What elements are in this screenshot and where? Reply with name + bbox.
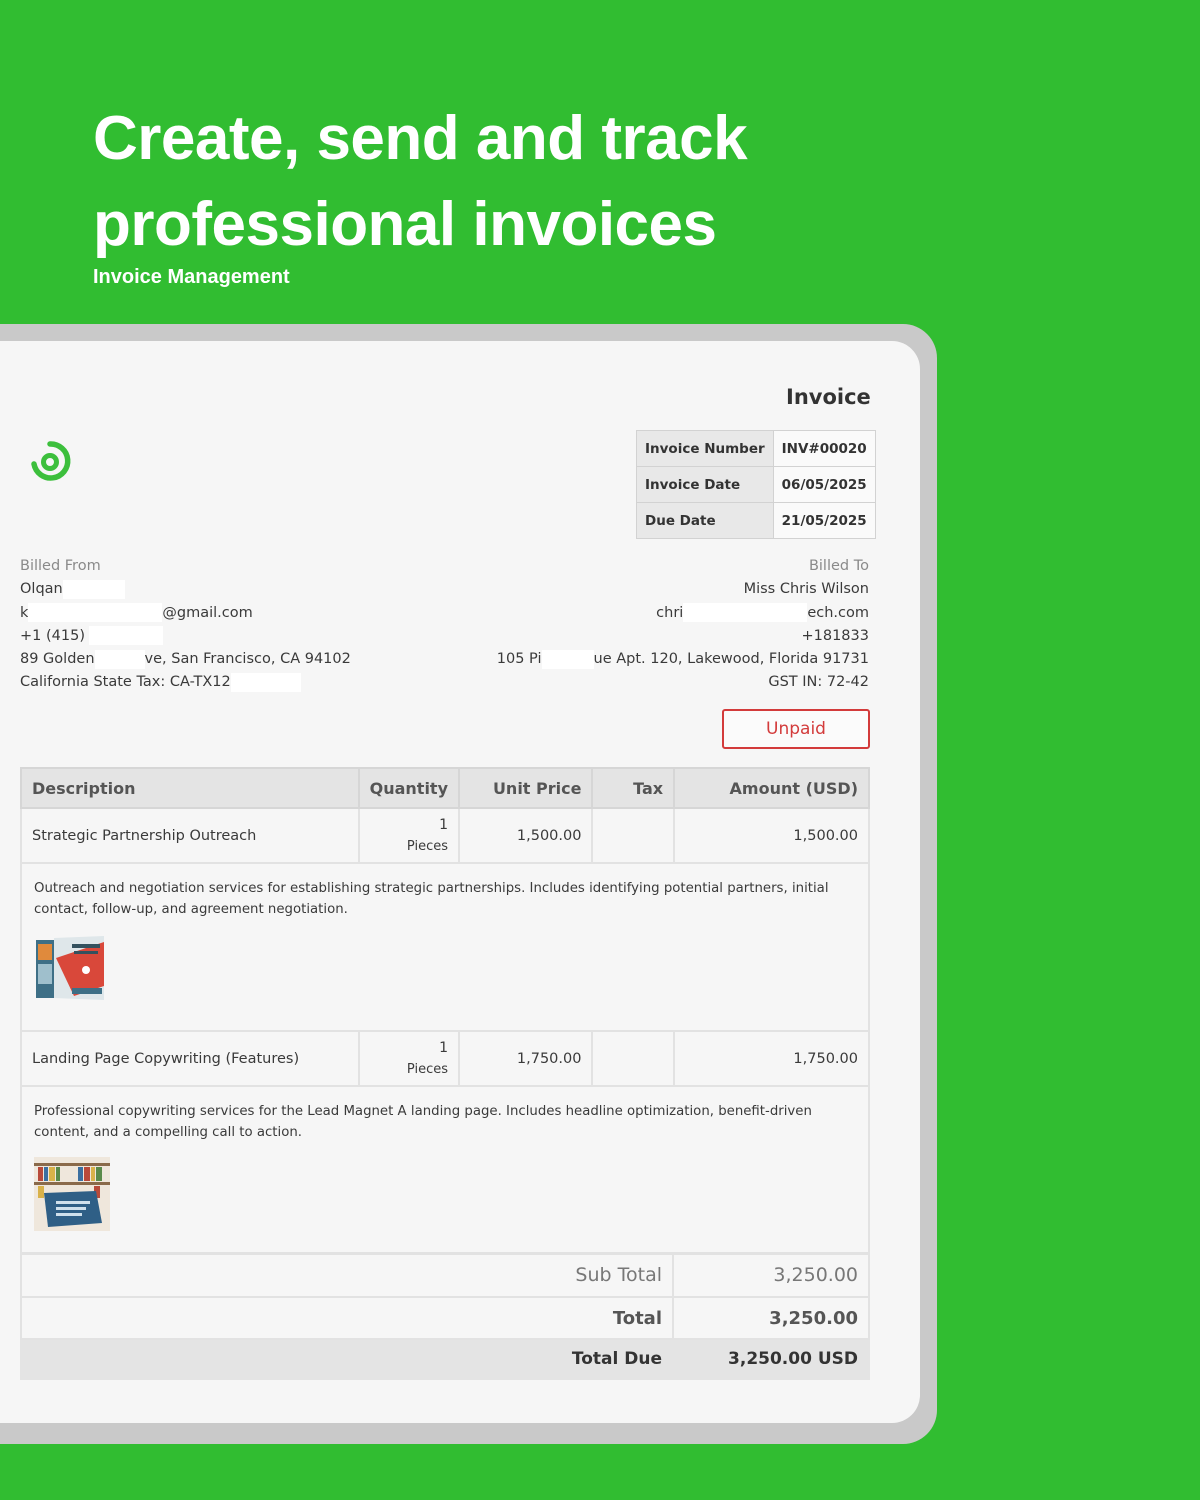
- redaction: [230, 672, 301, 692]
- item-description: Outreach and negotiation services for es…: [34, 881, 829, 917]
- meta-value: 06/05/2025: [772, 466, 876, 503]
- billed-from-email-end: @gmail.com: [162, 604, 253, 621]
- billed-to: Billed To Miss Chris Wilson chri ech.com …: [497, 555, 869, 695]
- total-due-row: Total Due 3,250.00 USD: [20, 1338, 870, 1380]
- status-badge[interactable]: Unpaid: [722, 709, 870, 749]
- item-unit-price: 1,500.00: [457, 807, 594, 864]
- billed-from-email-start: k: [20, 604, 29, 621]
- item-quantity: 1 Pieces: [357, 807, 461, 864]
- billed-from-address-end: ve, San Francisco, CA 94102: [144, 651, 351, 668]
- column-header-description: Description: [20, 767, 360, 809]
- billed-from: Billed From Olqan k @gmail.com +1 (415) 8…: [20, 555, 351, 695]
- meta-label: Invoice Number: [636, 430, 774, 467]
- column-header-quantity: Quantity: [357, 767, 461, 809]
- meta-row-due-date: Due Date 21/05/2025: [636, 502, 876, 539]
- invoice-heading: Invoice: [786, 385, 871, 409]
- item-tax: [591, 1030, 676, 1087]
- brand-logo-icon: [31, 441, 71, 481]
- billed-from-line: Olqan: [20, 578, 351, 601]
- redaction: [88, 626, 163, 646]
- total-due-label: Total Due: [20, 1338, 674, 1380]
- billed-to-email-start: chri: [656, 604, 684, 621]
- billed-to-email-end: ech.com: [807, 604, 869, 621]
- billed-from-line: +1 (415): [20, 625, 351, 648]
- redaction: [28, 603, 163, 623]
- billed-from-line: California State Tax: CA-TX12: [20, 671, 351, 694]
- item-amount: 1,750.00: [673, 1030, 870, 1087]
- billed-to-line: 105 Pi ue Apt. 120, Lakewood, Florida 917…: [497, 648, 869, 671]
- billed-from-line: 89 Golden ve, San Francisco, CA 94102: [20, 648, 351, 671]
- meta-value: INV#00020: [772, 430, 876, 467]
- item-amount: 1,500.00: [673, 807, 870, 864]
- billed-from-line: k @gmail.com: [20, 602, 351, 625]
- redaction: [541, 649, 594, 669]
- redaction: [683, 603, 808, 623]
- column-header-amount: Amount (USD): [673, 767, 870, 809]
- item-qty-value: 1: [439, 1039, 448, 1056]
- item-qty-value: 1: [439, 816, 448, 833]
- total-label: Total: [20, 1296, 674, 1340]
- item-name: Landing Page Copywriting (Features): [20, 1030, 360, 1087]
- item-qty-unit: Pieces: [406, 1061, 448, 1077]
- sub-total-label: Sub Total: [20, 1252, 674, 1298]
- billed-to-phone: +181833: [801, 627, 869, 644]
- meta-label: Due Date: [636, 502, 774, 539]
- billed-from-name: Olqan: [20, 581, 63, 598]
- item-description-row: Professional copywriting services for th…: [20, 1085, 870, 1255]
- meta-row-invoice-number: Invoice Number INV#00020: [636, 430, 876, 467]
- billed-to-name: Miss Chris Wilson: [743, 581, 869, 598]
- column-header-unit-price: Unit Price: [457, 767, 594, 809]
- totals-table: Sub Total 3,250.00 Total 3,250.00 Total …: [20, 1252, 870, 1380]
- item-tax: [591, 807, 676, 864]
- table-row: Landing Page Copywriting (Features) 1 Pie…: [20, 1030, 870, 1087]
- item-unit-price: 1,750.00: [457, 1030, 594, 1087]
- table-header-row: Description Quantity Unit Price Tax Amou…: [20, 767, 870, 809]
- item-quantity: 1 Pieces: [357, 1030, 461, 1087]
- column-header-tax: Tax: [591, 767, 676, 809]
- billed-from-phone: +1 (415): [20, 627, 85, 644]
- item-qty-unit: Pieces: [406, 838, 448, 854]
- billed-to-address-end: ue Apt. 120, Lakewood, Florida 91731: [593, 651, 870, 668]
- hero-title: Create, send and track professional invo…: [93, 104, 748, 259]
- item-description-cell: Outreach and negotiation services for es…: [20, 862, 870, 1032]
- meta-label: Invoice Date: [636, 466, 774, 503]
- item-description-row: Outreach and negotiation services for es…: [20, 862, 870, 1032]
- total-row: Total 3,250.00: [20, 1296, 870, 1340]
- billed-to-line: chri ech.com: [497, 602, 869, 625]
- billed-to-line: +181833: [497, 625, 869, 648]
- total-value: 3,250.00: [672, 1296, 870, 1340]
- billed-to-label: Billed To: [808, 558, 869, 574]
- item-description-cell: Professional copywriting services for th…: [20, 1085, 870, 1255]
- billed-to-tax: GST IN: 72-42: [768, 674, 869, 691]
- sub-total-value: 3,250.00: [672, 1252, 870, 1298]
- redaction: [94, 649, 145, 669]
- billed-to-address-start: 105 Pi: [496, 651, 542, 668]
- hero-subtitle: Invoice Management: [93, 266, 290, 288]
- billed-from-label: Billed From: [20, 558, 101, 574]
- meta-row-invoice-date: Invoice Date 06/05/2025: [636, 466, 876, 503]
- table-row: Strategic Partnership Outreach 1 Pieces 1…: [20, 807, 870, 864]
- product-thumbnail-icon: [36, 936, 104, 1000]
- redaction: [62, 579, 125, 599]
- sub-total-row: Sub Total 3,250.00: [20, 1252, 870, 1298]
- line-items-table: Description Quantity Unit Price Tax Amou…: [20, 767, 870, 1255]
- billed-from-tax: California State Tax: CA-TX12: [20, 674, 231, 691]
- invoice-meta-table: Invoice Number INV#00020 Invoice Date 06…: [636, 430, 876, 539]
- item-description: Professional copywriting services for th…: [34, 1104, 812, 1140]
- total-due-value: 3,250.00 USD: [672, 1338, 870, 1380]
- billed-from-address-start: 89 Golden: [20, 651, 95, 668]
- item-name: Strategic Partnership Outreach: [20, 807, 360, 864]
- product-thumbnail-icon: [34, 1157, 110, 1231]
- billed-to-line: GST IN: 72-42: [497, 671, 869, 694]
- meta-value: 21/05/2025: [772, 502, 876, 539]
